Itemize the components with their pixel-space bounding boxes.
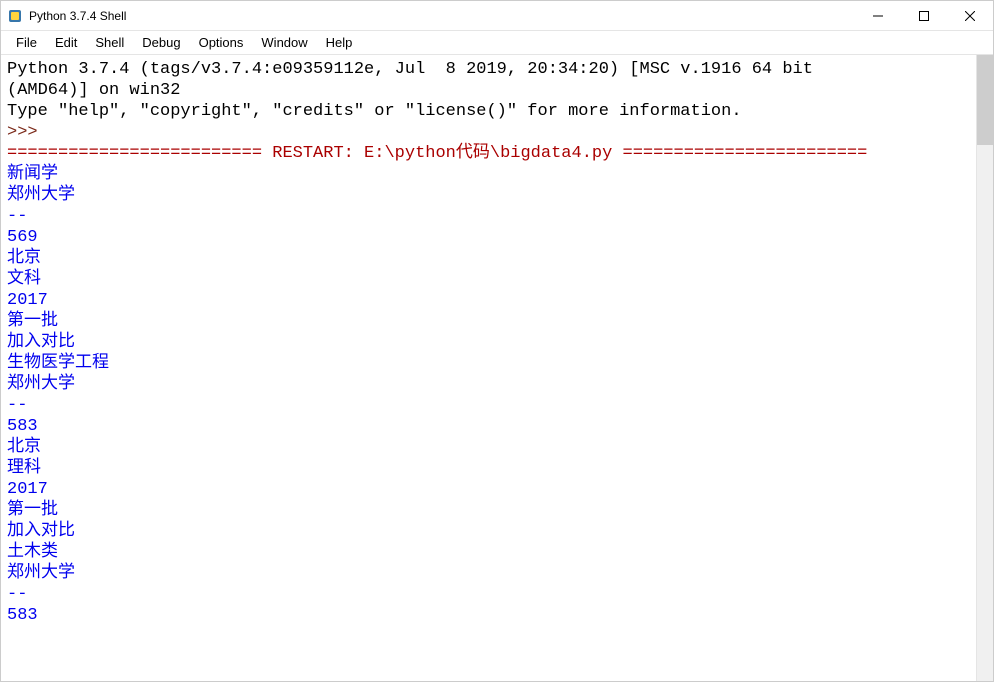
menu-shell[interactable]: Shell (86, 33, 133, 52)
content-wrapper: Python 3.7.4 (tags/v3.7.4:e09359112e, Ju… (1, 55, 993, 681)
output-line: 北京 (7, 438, 41, 457)
output-line: 583 (7, 606, 38, 625)
output-line: 第一批 (7, 312, 58, 331)
vertical-scrollbar[interactable] (976, 55, 993, 681)
shell-content[interactable]: Python 3.7.4 (tags/v3.7.4:e09359112e, Ju… (1, 55, 976, 681)
output-line: 2017 (7, 291, 48, 310)
menubar: File Edit Shell Debug Options Window Hel… (1, 31, 993, 55)
output-line: 生物医学工程 (7, 354, 109, 373)
menu-debug[interactable]: Debug (133, 33, 189, 52)
output-line: 土木类 (7, 543, 58, 562)
output-line: 文科 (7, 270, 41, 289)
output-line: 569 (7, 228, 38, 247)
output-line: 2017 (7, 480, 48, 499)
window-controls (855, 1, 993, 30)
output-line: 北京 (7, 249, 41, 268)
output-line: 郑州大学 (7, 186, 75, 205)
window-title: Python 3.7.4 Shell (29, 9, 855, 23)
restart-line: ========================= RESTART: E:\py… (7, 144, 867, 163)
python-icon (7, 8, 23, 24)
header-line-1: Python 3.7.4 (tags/v3.7.4:e09359112e, Ju… (7, 60, 823, 79)
titlebar: Python 3.7.4 Shell (1, 1, 993, 31)
header-line-3: Type "help", "copyright", "credits" or "… (7, 102, 742, 121)
output-line: -- (7, 585, 27, 604)
minimize-button[interactable] (855, 1, 901, 31)
maximize-button[interactable] (901, 1, 947, 31)
menu-help[interactable]: Help (317, 33, 362, 52)
output-line: 理科 (7, 459, 41, 478)
menu-options[interactable]: Options (190, 33, 253, 52)
close-button[interactable] (947, 1, 993, 31)
menu-edit[interactable]: Edit (46, 33, 86, 52)
output-line: 新闻学 (7, 165, 58, 184)
output-line: 加入对比 (7, 522, 75, 541)
output-line: 郑州大学 (7, 564, 75, 583)
output-line: -- (7, 396, 27, 415)
output-line: 583 (7, 417, 38, 436)
header-line-2: (AMD64)] on win32 (7, 81, 180, 100)
output-line: 加入对比 (7, 333, 75, 352)
output-line: 第一批 (7, 501, 58, 520)
menu-window[interactable]: Window (252, 33, 316, 52)
menu-file[interactable]: File (7, 33, 46, 52)
scroll-thumb[interactable] (977, 55, 993, 145)
output-line: -- (7, 207, 27, 226)
output-line: 郑州大学 (7, 375, 75, 394)
prompt: >>> (7, 123, 48, 142)
